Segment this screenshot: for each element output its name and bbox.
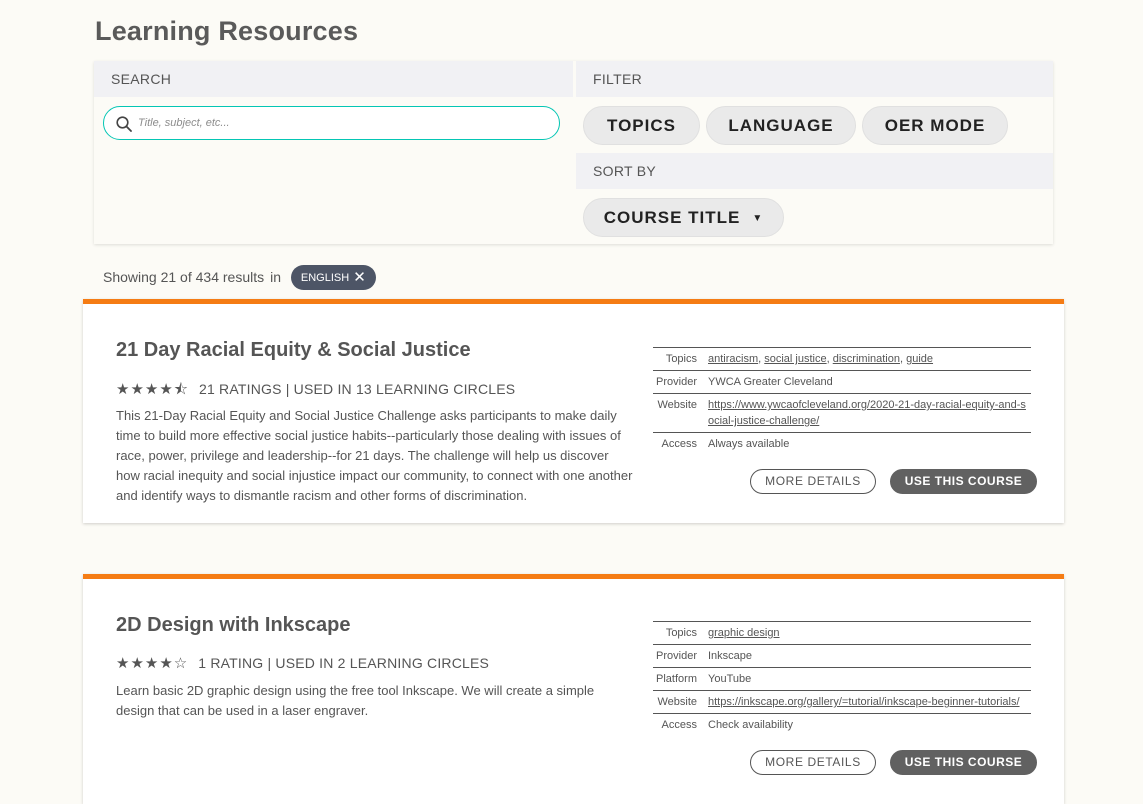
website-link[interactable]: https://inkscape.org/gallery/=tutorial/i…	[708, 696, 1020, 708]
rating-row: ★★★★☆ 1 RATING | USED IN 2 LEARNING CIRCL…	[116, 654, 489, 674]
meta-row-access: Access Always available	[653, 432, 1031, 455]
meta-label: Access	[653, 432, 708, 455]
search-filter-panel: SEARCH FILTER TOPICS LANGUAGE OER MODE S…	[94, 61, 1053, 244]
search-input[interactable]	[138, 107, 548, 139]
language-badge-label: ENGLISH	[300, 272, 350, 284]
meta-platform: YouTube	[708, 667, 1031, 691]
caret-down-icon: ▼	[752, 213, 764, 224]
meta-label: Provider	[653, 644, 708, 668]
topic-link[interactable]: antiracism	[708, 353, 758, 365]
search-header: SEARCH	[94, 61, 573, 97]
topic-link[interactable]: guide	[906, 353, 933, 365]
meta-row-website: Website https://www.ywcaofcleveland.org/…	[653, 393, 1031, 433]
meta-access: Always available	[708, 432, 1031, 455]
meta-label: Topics	[653, 621, 708, 645]
rating-row: ★★★★⯪ 21 RATINGS | USED IN 13 LEARNING CI…	[116, 379, 515, 399]
filter-section: FILTER TOPICS LANGUAGE OER MODE SORT BY …	[576, 61, 1053, 244]
course-description: Learn basic 2D graphic design using the …	[116, 683, 595, 718]
topic-link[interactable]: social justice	[764, 353, 826, 365]
topic-link[interactable]: graphic design	[708, 627, 780, 639]
language-filter-badge[interactable]: ENGLISH ✕	[290, 265, 376, 290]
topic-link[interactable]: discrimination	[833, 353, 900, 365]
meta-label: Provider	[653, 370, 708, 394]
results-count: Showing 21 of 434 results	[103, 269, 265, 285]
more-details-button[interactable]: MORE DETAILS	[750, 469, 876, 494]
meta-website: https://www.ywcaofcleveland.org/2020-21-…	[708, 393, 1031, 433]
star-rating-icon: ★★★★⯪	[116, 381, 189, 398]
course-meta-table: Topics graphic design Provider Inkscape …	[653, 621, 1031, 736]
meta-label: Topics	[653, 347, 708, 371]
topics-filter-button[interactable]: TOPICS	[583, 106, 700, 145]
meta-row-website: Website https://inkscape.org/gallery/=tu…	[653, 690, 1031, 714]
sort-dropdown[interactable]: COURSE TITLE ▼	[583, 198, 784, 237]
course-title[interactable]: 2D Design with Inkscape	[116, 614, 351, 637]
oer-mode-filter-button[interactable]: OER MODE	[862, 106, 1008, 145]
meta-row-provider: Provider YWCA Greater Cleveland	[653, 370, 1031, 394]
meta-website: https://inkscape.org/gallery/=tutorial/i…	[708, 690, 1031, 714]
course-title[interactable]: 21 Day Racial Equity & Social Justice	[116, 339, 471, 362]
meta-label: Website	[653, 393, 708, 433]
meta-row-platform: Platform YouTube	[653, 667, 1031, 691]
more-details-button[interactable]: MORE DETAILS	[750, 750, 876, 775]
results-in-word: in	[270, 269, 282, 285]
results-summary: Showing 21 of 434 results in ENGLISH ✕	[103, 265, 376, 290]
meta-provider: YWCA Greater Cleveland	[708, 370, 1031, 394]
use-this-course-button[interactable]: USE THIS COURSE	[890, 750, 1037, 775]
meta-row-provider: Provider Inkscape	[653, 644, 1031, 668]
course-card: 2D Design with Inkscape ★★★★☆ 1 RATING | …	[83, 574, 1064, 804]
meta-topics: graphic design	[708, 621, 1031, 645]
meta-row-topics: Topics graphic design	[653, 621, 1031, 645]
page-title: Learning Resources	[95, 16, 359, 46]
rating-summary: 21 RATINGS | USED IN 13 LEARNING CIRCLES	[199, 381, 516, 397]
meta-row-access: Access Check availability	[653, 713, 1031, 736]
search-box[interactable]	[103, 106, 560, 140]
course-meta-table: Topics antiracism, social justice, discr…	[653, 347, 1031, 455]
star-rating-icon: ★★★★☆	[116, 655, 189, 672]
sort-header: SORT BY	[576, 153, 1053, 189]
meta-label: Website	[653, 690, 708, 714]
course-description: This 21-Day Racial Equity and Social Jus…	[116, 408, 633, 503]
language-filter-button[interactable]: LANGUAGE	[706, 106, 856, 145]
search-icon	[116, 116, 132, 132]
meta-row-topics: Topics antiracism, social justice, discr…	[653, 347, 1031, 371]
website-link[interactable]: https://www.ywcaofcleveland.org/2020-21-…	[708, 399, 1026, 427]
rating-summary: 1 RATING | USED IN 2 LEARNING CIRCLES	[198, 655, 490, 671]
meta-label: Platform	[653, 667, 708, 691]
meta-provider: Inkscape	[708, 644, 1031, 668]
filter-header: FILTER	[576, 61, 1053, 97]
meta-access: Check availability	[708, 713, 1031, 736]
sort-selected-label: COURSE TITLE	[603, 208, 741, 227]
meta-topics: antiracism, social justice, discriminati…	[708, 347, 1031, 371]
meta-label: Access	[653, 713, 708, 736]
course-card: 21 Day Racial Equity & Social Justice ★★…	[83, 299, 1064, 523]
close-icon[interactable]: ✕	[353, 265, 366, 290]
use-this-course-button[interactable]: USE THIS COURSE	[890, 469, 1037, 494]
search-section: SEARCH	[94, 61, 573, 244]
